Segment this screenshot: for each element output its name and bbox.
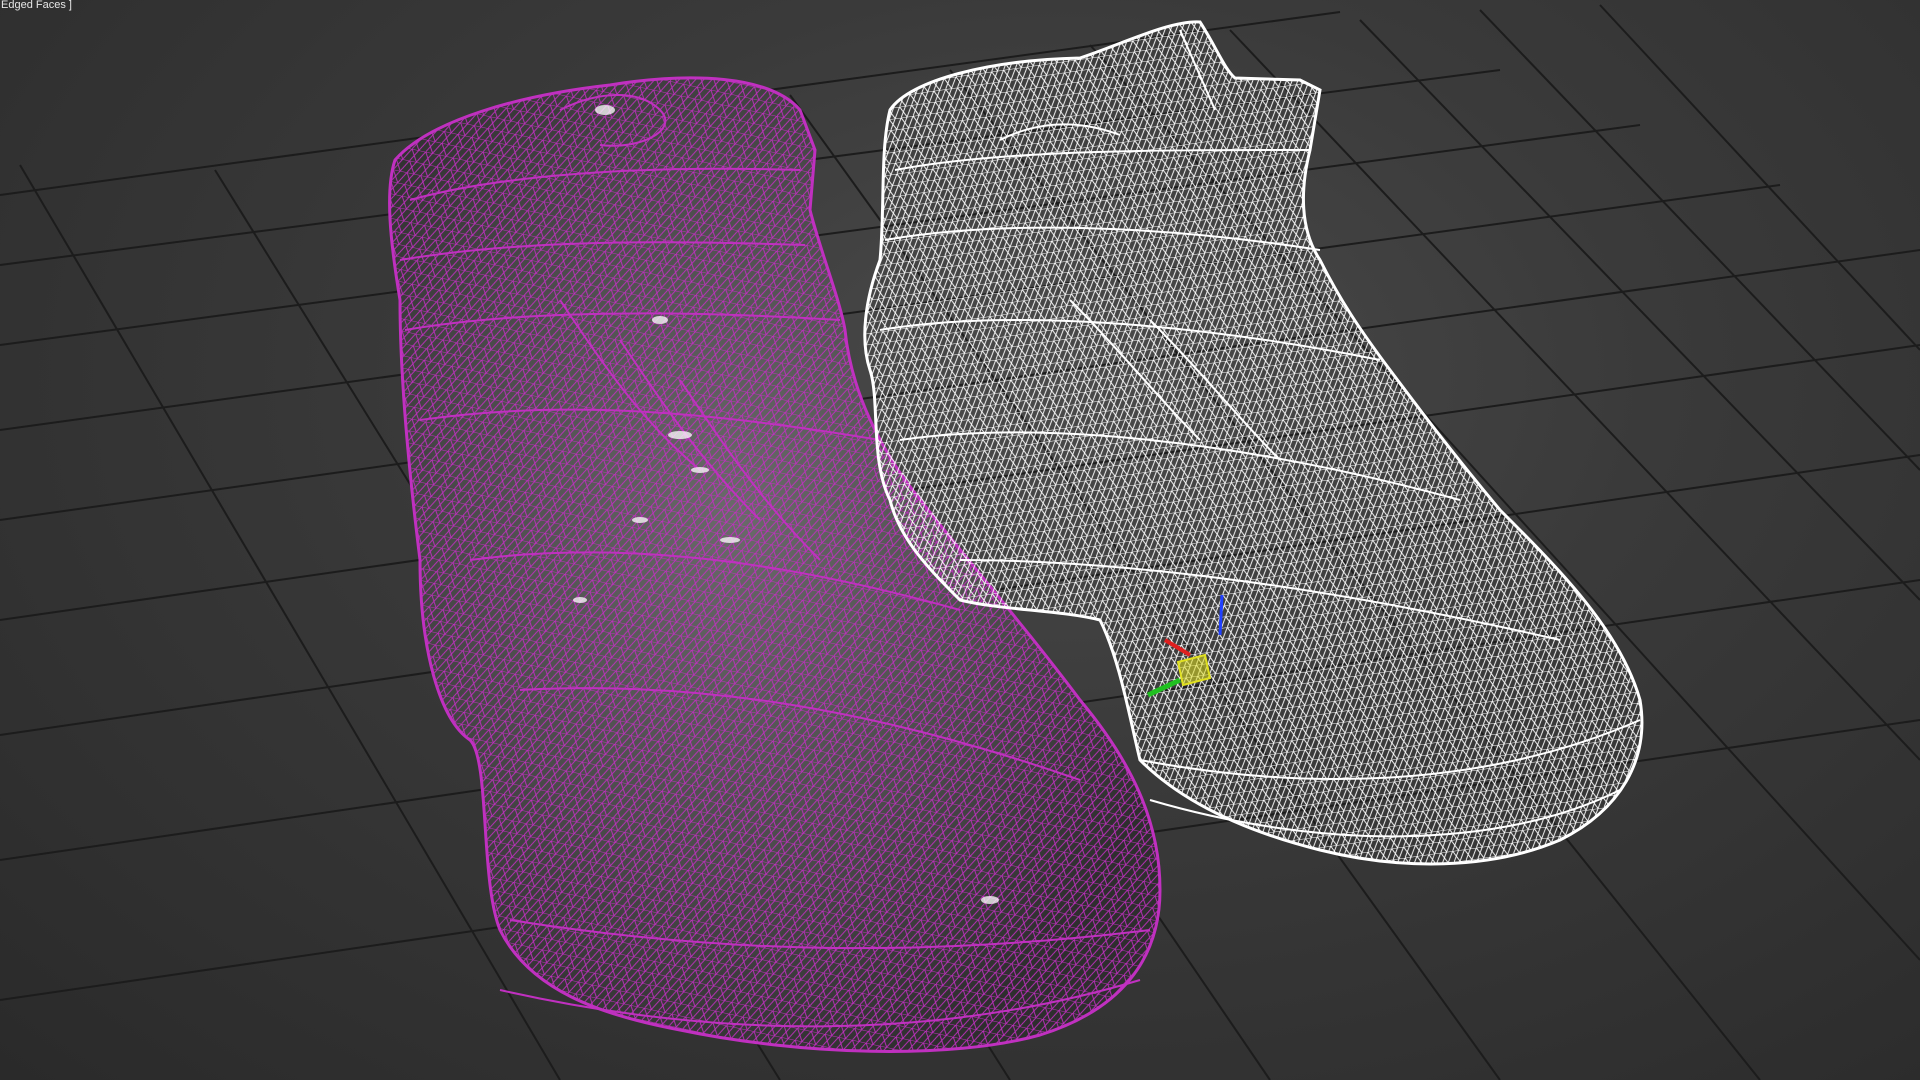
viewport-scene[interactable] [0,0,1920,1080]
perspective-viewport[interactable]: Edged Faces ] [0,0,1920,1080]
gizmo-z-axis[interactable] [1218,594,1224,636]
viewport-shading-label[interactable]: Edged Faces ] [1,0,72,11]
